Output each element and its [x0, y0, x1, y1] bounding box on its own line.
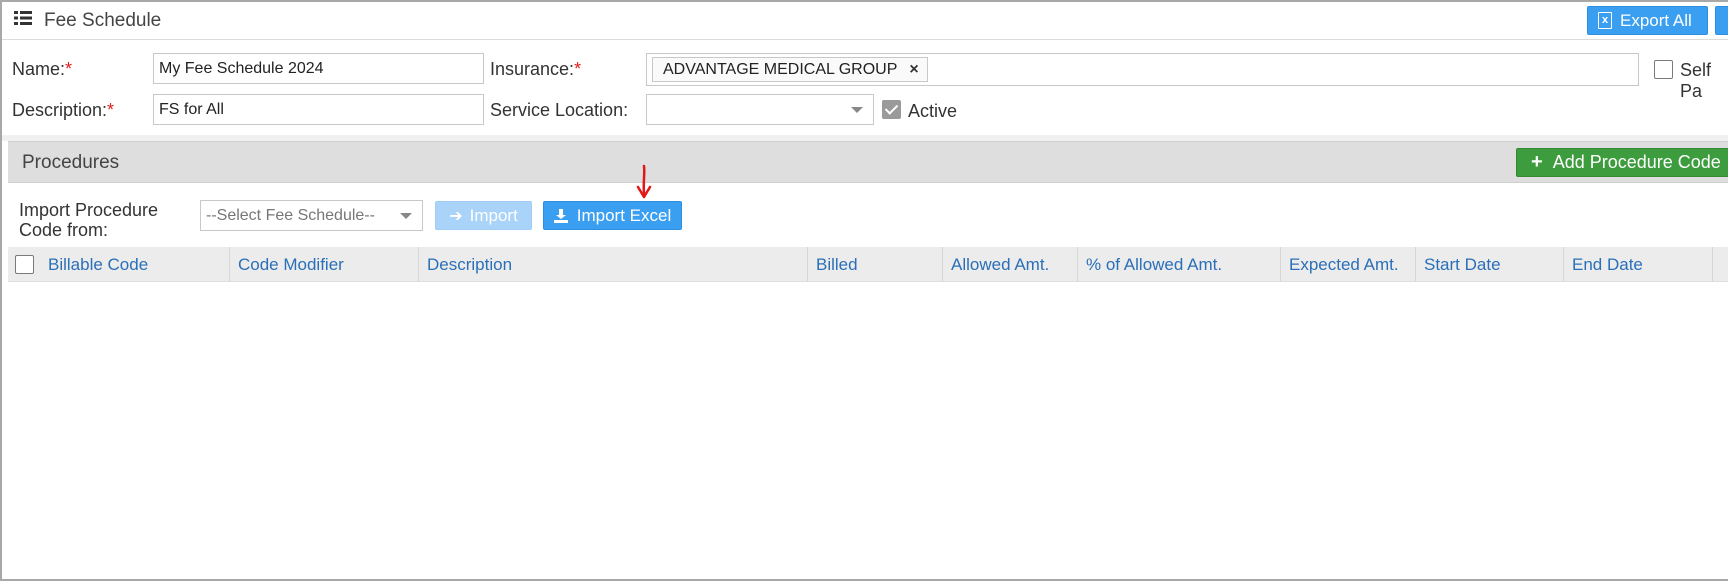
- download-icon: [553, 208, 568, 223]
- column-header[interactable]: Code Modifier: [229, 247, 418, 282]
- insurance-tag-label: ADVANTAGE MEDICAL GROUP: [663, 60, 898, 78]
- import-button[interactable]: ➔ Import: [435, 201, 532, 230]
- description-label: Description:*: [12, 100, 115, 120]
- column-header[interactable]: Allowed Amt.: [942, 247, 1077, 282]
- insurance-label: Insurance:*: [490, 59, 582, 79]
- procedures-table-body: [8, 283, 1728, 579]
- export-all-button[interactable]: x Export All: [1587, 6, 1708, 35]
- column-header[interactable]: Start Date: [1415, 247, 1563, 282]
- active-checkbox[interactable]: [882, 100, 901, 119]
- import-procedure-label: Import Procedure Code from:: [19, 200, 158, 240]
- insurance-tag: ADVANTAGE MEDICAL GROUP ×: [652, 57, 928, 82]
- chevron-down-icon: [851, 107, 863, 113]
- name-input[interactable]: My Fee Schedule 2024: [153, 53, 484, 84]
- column-header[interactable]: % of Allowed Amt.: [1077, 247, 1280, 282]
- add-procedure-code-label: Add Procedure Code: [1552, 152, 1721, 172]
- fee-schedule-window: Fee Schedule x Export All Name:* My Fee …: [0, 0, 1728, 581]
- list-icon: [14, 11, 32, 25]
- chevron-down-icon: [400, 213, 412, 219]
- import-label-line2: Code from:: [19, 220, 109, 240]
- service-location-select[interactable]: [646, 94, 874, 125]
- self-pay-checkbox[interactable]: [1654, 60, 1673, 79]
- plus-icon: +: [1531, 151, 1543, 173]
- add-procedure-code-button[interactable]: + Add Procedure Code: [1516, 148, 1728, 177]
- procedures-header: Procedures + Add Procedure Code: [8, 141, 1728, 183]
- select-all-checkbox[interactable]: [15, 255, 34, 274]
- export-all-label: Export All: [1620, 10, 1692, 30]
- column-header[interactable]: Billed: [807, 247, 942, 282]
- column-header[interactable]: Expected Amt.: [1280, 247, 1415, 282]
- service-location-label: Service Location:: [490, 100, 629, 120]
- column-header[interactable]: Description: [418, 247, 807, 282]
- fee-schedule-select[interactable]: --Select Fee Schedule--: [200, 200, 423, 231]
- import-excel-label: Import Excel: [576, 205, 672, 225]
- annotation-arrow-icon: [636, 164, 652, 199]
- arrow-left-icon: ➔: [449, 207, 463, 225]
- import-excel-button[interactable]: Import Excel: [543, 201, 682, 230]
- name-label: Name:*: [12, 59, 73, 79]
- procedures-table-header: Billable Code Code Modifier Description …: [8, 247, 1728, 282]
- import-button-label: Import: [469, 205, 518, 225]
- fee-schedule-panel: Fee Schedule x Export All Name:* My Fee …: [0, 0, 1728, 581]
- column-header[interactable]: Billable Code: [40, 247, 229, 282]
- active-label: Active: [908, 101, 958, 121]
- page-title: Fee Schedule: [44, 10, 162, 31]
- column-header-extra: [1712, 247, 1728, 282]
- play-button[interactable]: [1715, 6, 1728, 35]
- import-label-line1: Import Procedure: [19, 200, 159, 220]
- procedures-title: Procedures: [22, 152, 120, 173]
- panel-header: Fee Schedule x Export All: [2, 2, 1728, 40]
- fee-schedule-select-placeholder: --Select Fee Schedule--: [206, 207, 375, 224]
- remove-tag-icon[interactable]: ×: [909, 61, 918, 79]
- self-pay-label: Self Pa: [1680, 60, 1712, 101]
- column-header[interactable]: End Date: [1563, 247, 1712, 282]
- insurance-multiselect[interactable]: ADVANTAGE MEDICAL GROUP ×: [646, 53, 1639, 86]
- description-input[interactable]: FS for All: [153, 94, 484, 125]
- excel-icon: x: [1598, 12, 1612, 29]
